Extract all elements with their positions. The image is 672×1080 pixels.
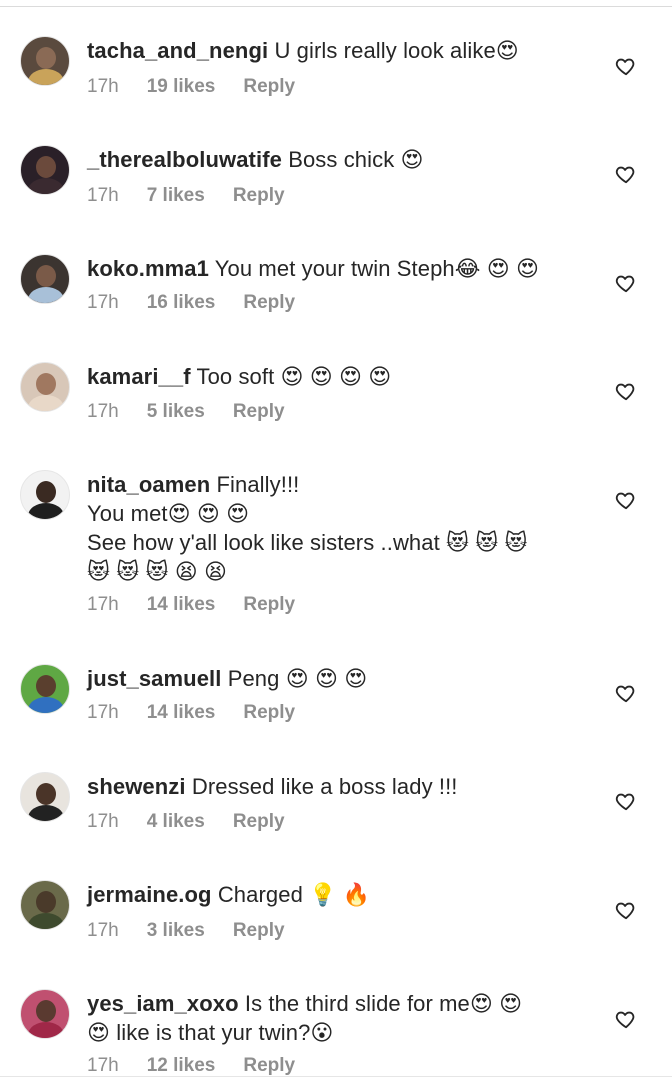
heart-outline-icon[interactable] [615,899,637,921]
comment-likes[interactable]: 14 likes [147,594,216,616]
comment-body: Charged 💡 🔥 [217,882,371,907]
comment-time[interactable]: 17h [87,185,119,207]
comment-time[interactable]: 17h [87,76,119,98]
reply-button[interactable]: Reply [233,401,285,423]
reply-button[interactable]: Reply [243,702,295,724]
comment-username[interactable]: koko.mma1 [87,256,209,281]
comment-username[interactable]: nita_oamen [87,472,210,497]
comment-username[interactable]: _therealboluwatife [87,147,282,172]
reply-button[interactable]: Reply [243,76,295,98]
comment-username[interactable]: shewenzi [87,774,186,799]
avatar[interactable] [20,772,70,822]
comment-text: just_samuell Peng 😍 😍 😍 [87,664,587,693]
comment-time[interactable]: 17h [87,594,119,616]
comment-likes[interactable]: 16 likes [147,292,216,314]
reply-button[interactable]: Reply [243,292,295,314]
comment-meta: 17h 12 likes Reply [87,1055,323,1077]
comment-body: 😻 😻 😻 😫 😫 [87,559,228,584]
heart-outline-icon[interactable] [615,380,637,402]
comment-body: You met😍 😍 😍 [87,501,250,526]
comment-body: Boss chick 😍 [288,147,424,172]
comment-body: U girls really look alike😍 [274,38,519,63]
comment-likes[interactable]: 12 likes [147,1055,216,1077]
avatar[interactable] [20,880,70,930]
comment-text: yes_iam_xoxo Is the third slide for me😍 … [87,989,587,1047]
comment-time[interactable]: 17h [87,811,119,833]
reply-button[interactable]: Reply [233,920,285,942]
comment-body: See how y'all look like sisters ..what 😻… [87,530,528,555]
reply-button[interactable]: Reply [233,185,285,207]
avatar[interactable] [20,989,70,1039]
comment-meta: 17h 14 likes Reply [87,702,323,724]
comment-body: Is the third slide for me😍 😍 [244,991,523,1016]
top-divider [0,6,672,7]
reply-button[interactable]: Reply [233,811,285,833]
comment-body: Finally!!! [216,472,300,497]
avatar[interactable] [20,470,70,520]
heart-outline-icon[interactable] [615,489,637,511]
comment-text: jermaine.og Charged 💡 🔥 [87,880,587,909]
comment-body: Peng 😍 😍 😍 [227,666,368,691]
comment-username[interactable]: just_samuell [87,666,221,691]
comment-likes[interactable]: 19 likes [147,76,216,98]
heart-outline-icon[interactable] [615,272,637,294]
avatar[interactable] [20,362,70,412]
comment-username[interactable]: yes_iam_xoxo [87,991,239,1016]
comment-text: tacha_and_nengi U girls really look alik… [87,36,587,65]
bottom-divider [0,1076,672,1077]
comment-likes[interactable]: 14 likes [147,702,216,724]
comment-time[interactable]: 17h [87,920,119,942]
comment-likes[interactable]: 7 likes [147,185,205,207]
comment-text: nita_oamen Finally!!! You met😍 😍 😍 See h… [87,470,587,586]
heart-outline-icon[interactable] [615,1008,637,1030]
comment-time[interactable]: 17h [87,1055,119,1077]
comment-time[interactable]: 17h [87,702,119,724]
comment-meta: 17h 3 likes Reply [87,920,313,942]
avatar[interactable] [20,664,70,714]
comment-time[interactable]: 17h [87,401,119,423]
comment-time[interactable]: 17h [87,292,119,314]
comment-meta: 17h 16 likes Reply [87,292,323,314]
heart-outline-icon[interactable] [615,163,637,185]
comment-username[interactable]: tacha_and_nengi [87,38,268,63]
comment-meta: 17h 4 likes Reply [87,811,313,833]
avatar[interactable] [20,36,70,86]
avatar[interactable] [20,254,70,304]
avatar[interactable] [20,145,70,195]
reply-button[interactable]: Reply [243,594,295,616]
comment-likes[interactable]: 3 likes [147,920,205,942]
comment-text: kamari__f Too soft 😍 😍 😍 😍 [87,362,587,391]
comment-text: shewenzi Dressed like a boss lady !!! [87,772,587,801]
comment-body: 😍 like is that yur twin?😮 [87,1020,334,1045]
comment-username[interactable]: jermaine.og [87,882,212,907]
comment-text: _therealboluwatife Boss chick 😍 [87,145,587,174]
comment-meta: 17h 7 likes Reply [87,185,313,207]
heart-outline-icon[interactable] [615,55,637,77]
comment-body: Too soft 😍 😍 😍 😍 [196,364,392,389]
heart-outline-icon[interactable] [615,682,637,704]
comment-meta: 17h 5 likes Reply [87,401,313,423]
comment-likes[interactable]: 4 likes [147,811,205,833]
comment-meta: 17h 14 likes Reply [87,594,323,616]
comment-body: Dressed like a boss lady !!! [191,774,458,799]
comment-meta: 17h 19 likes Reply [87,76,323,98]
comment-body: You met your twin Steph😂 😍 😍 [214,256,540,281]
heart-outline-icon[interactable] [615,790,637,812]
reply-button[interactable]: Reply [243,1055,295,1077]
comment-likes[interactable]: 5 likes [147,401,205,423]
comment-text: koko.mma1 You met your twin Steph😂 😍 😍 [87,254,587,283]
comment-username[interactable]: kamari__f [87,364,191,389]
